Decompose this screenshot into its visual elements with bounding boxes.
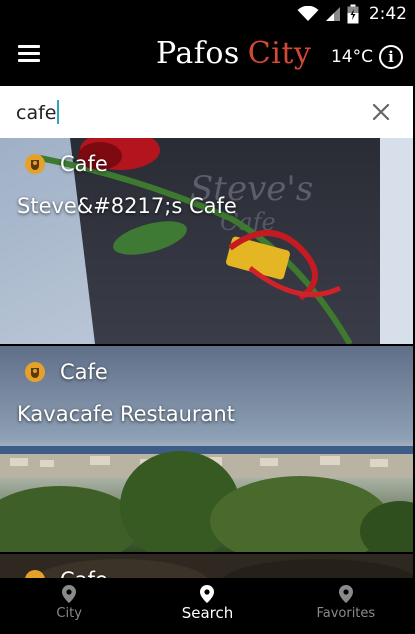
result-card[interactable]: Cafe Kavacafe Restaurant	[0, 346, 413, 552]
brand-pafos: Pafos	[156, 36, 240, 71]
category-label: Cafe	[60, 360, 108, 384]
status-bar: 2:42	[0, 0, 415, 28]
nav-favorites[interactable]: Favorites	[277, 578, 415, 634]
nav-favorites-label: Favorites	[316, 606, 376, 621]
info-icon[interactable]: i	[379, 45, 403, 69]
category-label: Cafe	[60, 152, 108, 176]
close-icon[interactable]	[369, 100, 393, 124]
location-pin-icon	[200, 585, 215, 603]
signal-icon	[325, 7, 340, 21]
brand-city: City	[247, 36, 312, 71]
search-bar[interactable]: cafe	[0, 86, 413, 138]
result-card[interactable]: Steve's Cafe Cafe Steve&#8217;s Cafe	[0, 138, 413, 344]
nav-search-label: Search	[181, 604, 234, 622]
search-input[interactable]: cafe	[16, 100, 60, 124]
hamburger-menu-icon[interactable]	[18, 45, 40, 67]
results-list[interactable]: Steve's Cafe Cafe Steve&#8217;s Cafe Caf…	[0, 138, 413, 578]
result-title: Kavacafe Restaurant	[17, 402, 235, 426]
app-logo: Pafos City	[156, 36, 311, 71]
text-caret	[57, 100, 60, 124]
category-label: Cafe	[60, 568, 108, 578]
result-title: Steve&#8217;s Cafe	[17, 194, 237, 218]
result-card[interactable]: Cafe	[0, 554, 413, 578]
wifi-icon	[297, 6, 319, 21]
weather-widget[interactable]: 14°C i	[331, 45, 403, 69]
category-row: Cafe	[24, 360, 108, 384]
temperature-label: 14°C	[330, 47, 373, 67]
cafe-category-icon	[25, 570, 45, 578]
cafe-category-icon	[25, 362, 45, 382]
category-row: Cafe	[24, 568, 108, 578]
location-pin-icon	[338, 585, 353, 603]
bottom-navigation: City Search Favorites	[0, 578, 415, 634]
status-time: 2:42	[368, 4, 407, 24]
search-query-text: cafe	[16, 102, 57, 124]
category-row: Cafe	[24, 152, 108, 176]
cafe-category-icon	[25, 154, 45, 174]
nav-city-label: City	[56, 606, 82, 621]
location-pin-icon	[62, 585, 77, 603]
battery-icon	[347, 4, 359, 24]
app-bar: Pafos City 14°C i	[0, 28, 415, 86]
nav-city[interactable]: City	[0, 578, 138, 634]
nav-search[interactable]: Search	[138, 578, 276, 634]
